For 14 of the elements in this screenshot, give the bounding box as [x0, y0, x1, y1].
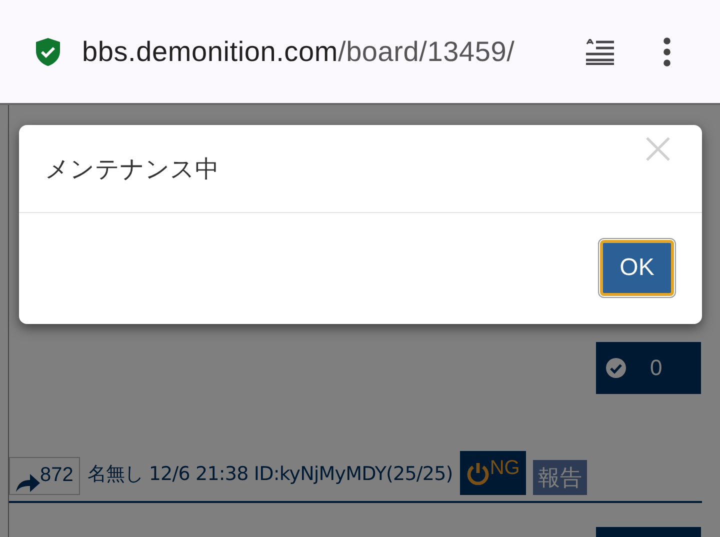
url-field[interactable]: bbs.demonition.com/board/13459/	[82, 36, 560, 68]
share-arrow-icon	[16, 474, 40, 492]
ng-button[interactable]: NG	[460, 451, 526, 496]
report-button[interactable]: 報告	[532, 460, 587, 496]
like-button[interactable]: 0	[596, 342, 701, 394]
power-icon	[466, 461, 490, 486]
ok-button[interactable]: OK	[600, 240, 674, 296]
reply-button[interactable]: 872	[9, 457, 80, 496]
shield-icon[interactable]	[36, 38, 60, 66]
menu-icon[interactable]	[663, 36, 671, 66]
check-icon	[606, 358, 626, 378]
dialog-title: メンテナンス中	[45, 154, 219, 185]
post-meta: 名無し 12/6 21:38 ID:kyNjMyMDY(25/25)	[87, 462, 453, 488]
reader-mode-icon[interactable]	[585, 38, 615, 64]
